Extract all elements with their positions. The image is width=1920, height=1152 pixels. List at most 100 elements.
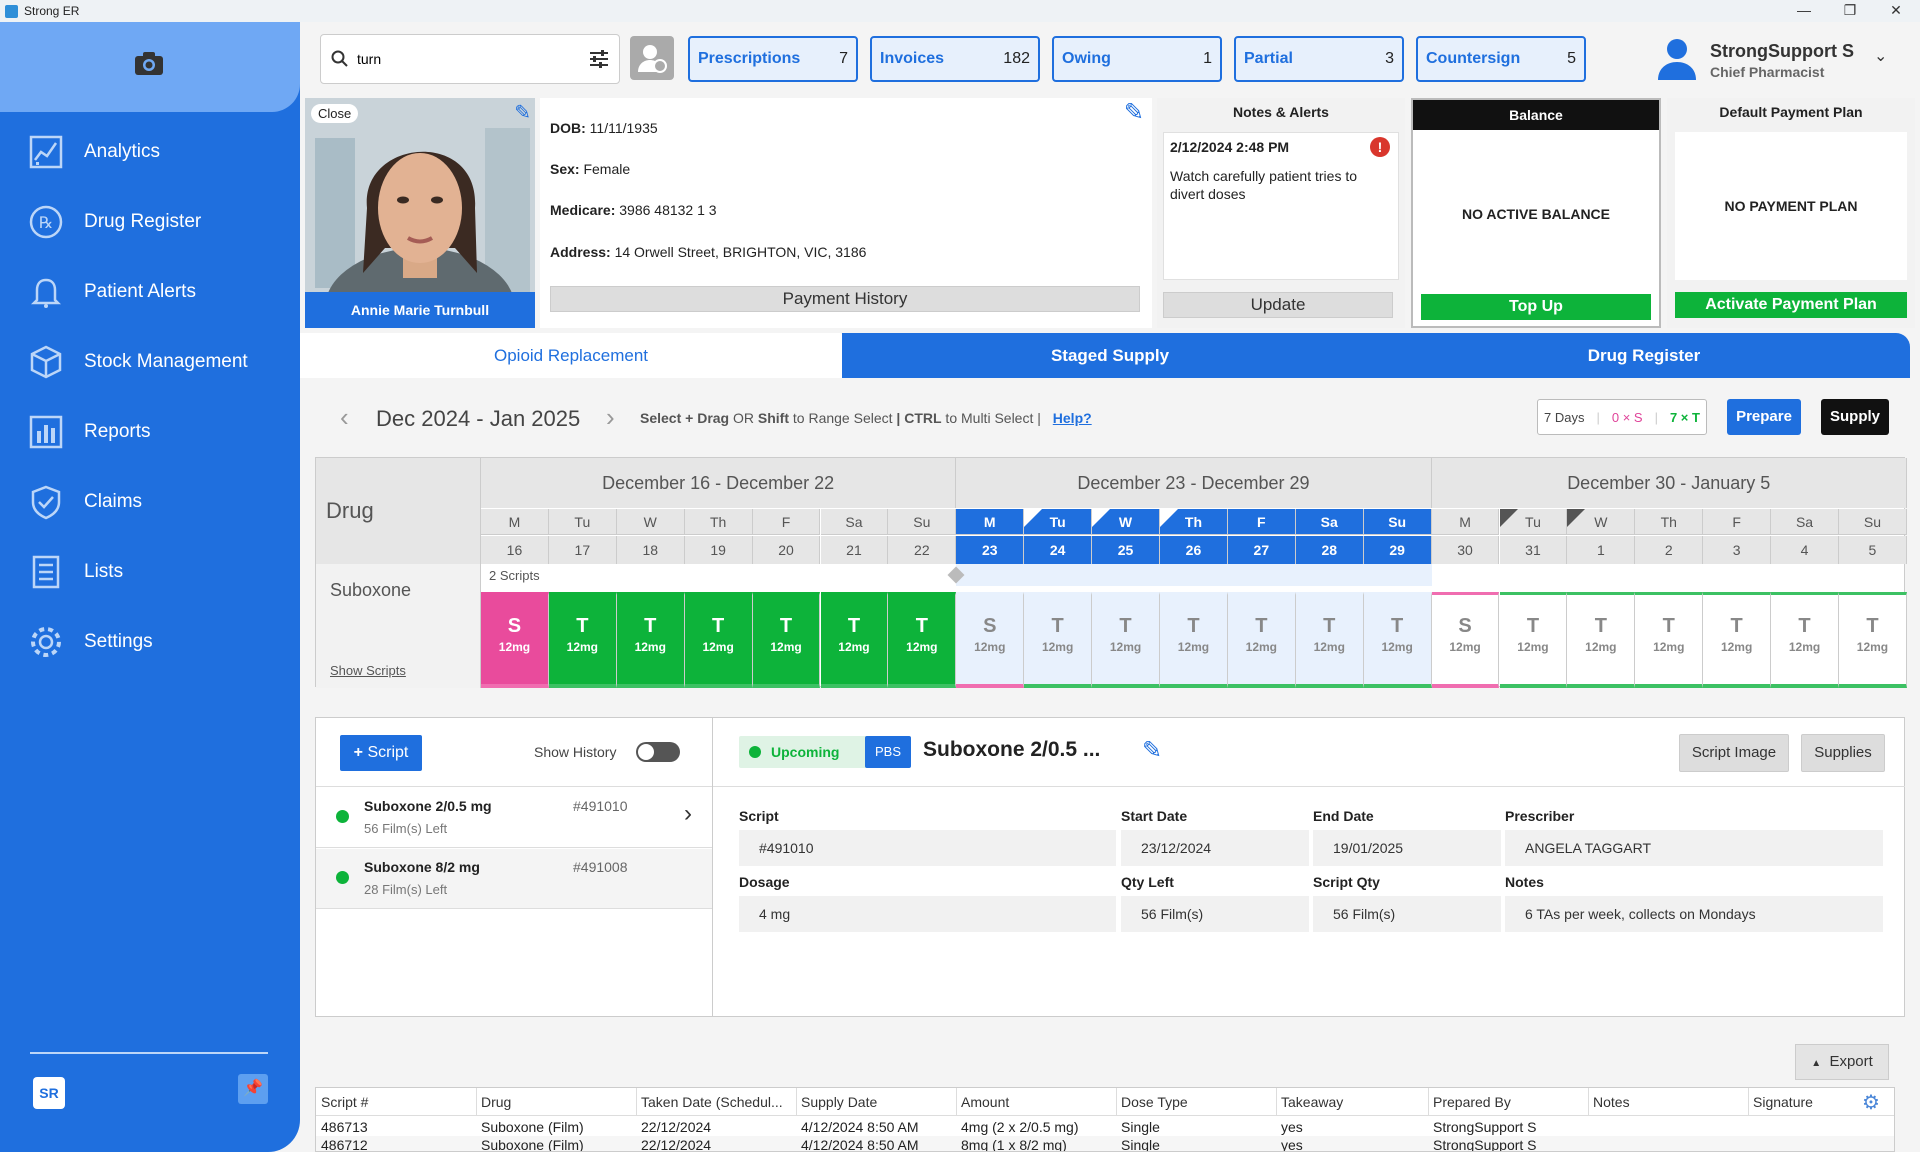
add-patient-button[interactable] <box>630 36 674 80</box>
history-column-header[interactable]: Notes <box>1593 1094 1743 1110</box>
script-list-item[interactable]: Suboxone 2/0.5 mg #491010 56 Film(s) Left › <box>316 788 712 848</box>
day-letter[interactable]: F <box>1227 509 1296 535</box>
pin-icon[interactable]: 📌 <box>238 1074 268 1104</box>
update-note-button[interactable]: Update <box>1163 292 1393 318</box>
export-button[interactable]: ▲ Export <box>1795 1044 1889 1080</box>
day-letter[interactable]: Su <box>1363 509 1432 535</box>
day-number[interactable]: 21 <box>820 536 889 564</box>
history-column-header[interactable]: Takeaway <box>1281 1094 1431 1110</box>
filter-sliders-icon[interactable] <box>589 50 609 68</box>
day-number[interactable]: 2 <box>1635 536 1704 564</box>
day-letter[interactable]: Tu <box>548 509 617 535</box>
dose-cell[interactable]: T 12mg <box>1092 592 1160 688</box>
day-letter[interactable]: Su <box>1839 509 1907 535</box>
history-column-header[interactable]: Script # <box>321 1094 471 1110</box>
day-number[interactable]: 1 <box>1567 536 1636 564</box>
history-column-header[interactable]: Drug <box>481 1094 631 1110</box>
dose-cell[interactable]: T 12mg <box>1567 592 1636 688</box>
day-number[interactable]: 25 <box>1092 536 1160 564</box>
table-row[interactable]: 486712 Suboxone (Film) 22/12/2024 4/12/2024… <box>316 1136 1894 1151</box>
history-column-header[interactable]: Dose Type <box>1121 1094 1271 1110</box>
day-number[interactable]: 5 <box>1839 536 1907 564</box>
help-link[interactable]: Help? <box>1053 410 1092 426</box>
search-input[interactable] <box>357 51 577 67</box>
day-letter[interactable]: Sa <box>820 509 889 535</box>
day-number[interactable]: 26 <box>1160 536 1228 564</box>
day-letter[interactable]: F <box>752 509 821 535</box>
day-number[interactable]: 20 <box>752 536 821 564</box>
day-number[interactable]: 17 <box>548 536 617 564</box>
dose-cell[interactable]: T 12mg <box>616 592 685 688</box>
day-number[interactable]: 3 <box>1703 536 1772 564</box>
script-list-item[interactable]: Suboxone 8/2 mg #491008 28 Film(s) Left <box>316 849 712 909</box>
sidebar-item-stock-management[interactable]: Stock Management <box>28 340 248 384</box>
add-script-button[interactable]: + Script <box>340 735 422 771</box>
edit-photo-icon[interactable]: ✎ <box>514 100 531 125</box>
maximize-button[interactable]: ❐ <box>1828 0 1872 22</box>
day-letter[interactable]: M <box>956 509 1025 535</box>
dose-cell[interactable]: T 12mg <box>684 592 753 688</box>
day-letter[interactable]: W <box>616 509 685 535</box>
day-letter[interactable]: M <box>1431 509 1500 535</box>
day-number[interactable]: 4 <box>1771 536 1839 564</box>
dose-cell[interactable]: T 12mg <box>1499 592 1568 688</box>
close-photo-button[interactable]: Close <box>311 104 359 123</box>
payment-history-button[interactable]: Payment History <box>550 286 1140 312</box>
history-column-header[interactable]: Supply Date <box>801 1094 951 1110</box>
supplies-button[interactable]: Supplies <box>1801 734 1885 772</box>
dose-cell[interactable]: T 12mg <box>1227 592 1296 688</box>
dose-cell[interactable]: S 12mg <box>1431 592 1500 688</box>
show-history-toggle[interactable] <box>636 742 680 762</box>
activate-payment-plan-button[interactable]: Activate Payment Plan <box>1675 292 1907 318</box>
day-letter[interactable]: M <box>481 509 549 535</box>
close-window-button[interactable]: ✕ <box>1874 0 1918 22</box>
dose-cell[interactable]: T 12mg <box>888 592 957 688</box>
table-row[interactable]: 486713 Suboxone (Film) 22/12/2024 4/12/2024… <box>316 1118 1894 1136</box>
pill-partial[interactable]: Partial 3 <box>1234 36 1404 82</box>
day-number[interactable]: 30 <box>1431 536 1500 564</box>
prev-range-chevron-icon[interactable]: ‹ <box>340 402 349 433</box>
edit-script-icon[interactable]: ✎ <box>1142 736 1162 765</box>
day-letter[interactable]: F <box>1703 509 1772 535</box>
sidebar-item-drug-register[interactable]: ℞ Drug Register <box>28 200 201 244</box>
dose-cell[interactable]: S 12mg <box>481 592 549 688</box>
search-box[interactable] <box>320 34 620 84</box>
dose-cell[interactable]: T 12mg <box>1024 592 1093 688</box>
pill-owing[interactable]: Owing 1 <box>1052 36 1222 82</box>
day-letter[interactable]: Th <box>684 509 753 535</box>
sidebar-item-settings[interactable]: Settings <box>28 620 153 664</box>
day-number[interactable]: 27 <box>1227 536 1296 564</box>
day-number[interactable]: 31 <box>1499 536 1568 564</box>
history-column-header[interactable]: Prepared By <box>1433 1094 1583 1110</box>
dose-cell[interactable]: T 12mg <box>1771 592 1839 688</box>
dose-cell[interactable]: T 12mg <box>752 592 821 688</box>
dose-cell[interactable]: T 12mg <box>1703 592 1772 688</box>
dose-filter-summary[interactable]: 7 Days | 0 × S | 7 × T <box>1537 399 1707 435</box>
day-number[interactable]: 16 <box>481 536 549 564</box>
dose-cell[interactable]: T 12mg <box>1363 592 1432 688</box>
pill-countersign[interactable]: Countersign 5 <box>1416 36 1586 82</box>
table-settings-gear-icon[interactable]: ⚙ <box>1862 1090 1880 1115</box>
dose-cell[interactable]: T 12mg <box>1839 592 1907 688</box>
day-number[interactable]: 29 <box>1363 536 1432 564</box>
history-column-header[interactable]: Amount <box>961 1094 1111 1110</box>
day-number[interactable]: 28 <box>1295 536 1364 564</box>
top-up-button[interactable]: Top Up <box>1421 294 1651 320</box>
day-number[interactable]: 24 <box>1024 536 1093 564</box>
tab-staged-supply[interactable]: Staged Supply <box>842 333 1378 378</box>
day-letter[interactable]: Th <box>1635 509 1704 535</box>
sidebar-item-analytics[interactable]: Analytics <box>28 130 160 174</box>
pill-prescriptions[interactable]: Prescriptions 7 <box>688 36 858 82</box>
dose-cell[interactable]: T 12mg <box>1295 592 1364 688</box>
day-letter[interactable]: Sa <box>1771 509 1839 535</box>
day-number[interactable]: 19 <box>684 536 753 564</box>
sidebar-item-lists[interactable]: Lists <box>28 550 123 594</box>
day-letter[interactable]: Su <box>888 509 957 535</box>
edit-patient-icon[interactable]: ✎ <box>1124 98 1144 127</box>
supply-button[interactable]: Supply <box>1821 399 1889 435</box>
dose-cell[interactable]: S 12mg <box>956 592 1025 688</box>
tab-opioid-replacement[interactable]: Opioid Replacement <box>300 333 842 378</box>
show-scripts-link[interactable]: Show Scripts <box>330 663 406 678</box>
open-script-chevron-icon[interactable]: › <box>684 800 692 828</box>
day-number[interactable]: 22 <box>888 536 957 564</box>
